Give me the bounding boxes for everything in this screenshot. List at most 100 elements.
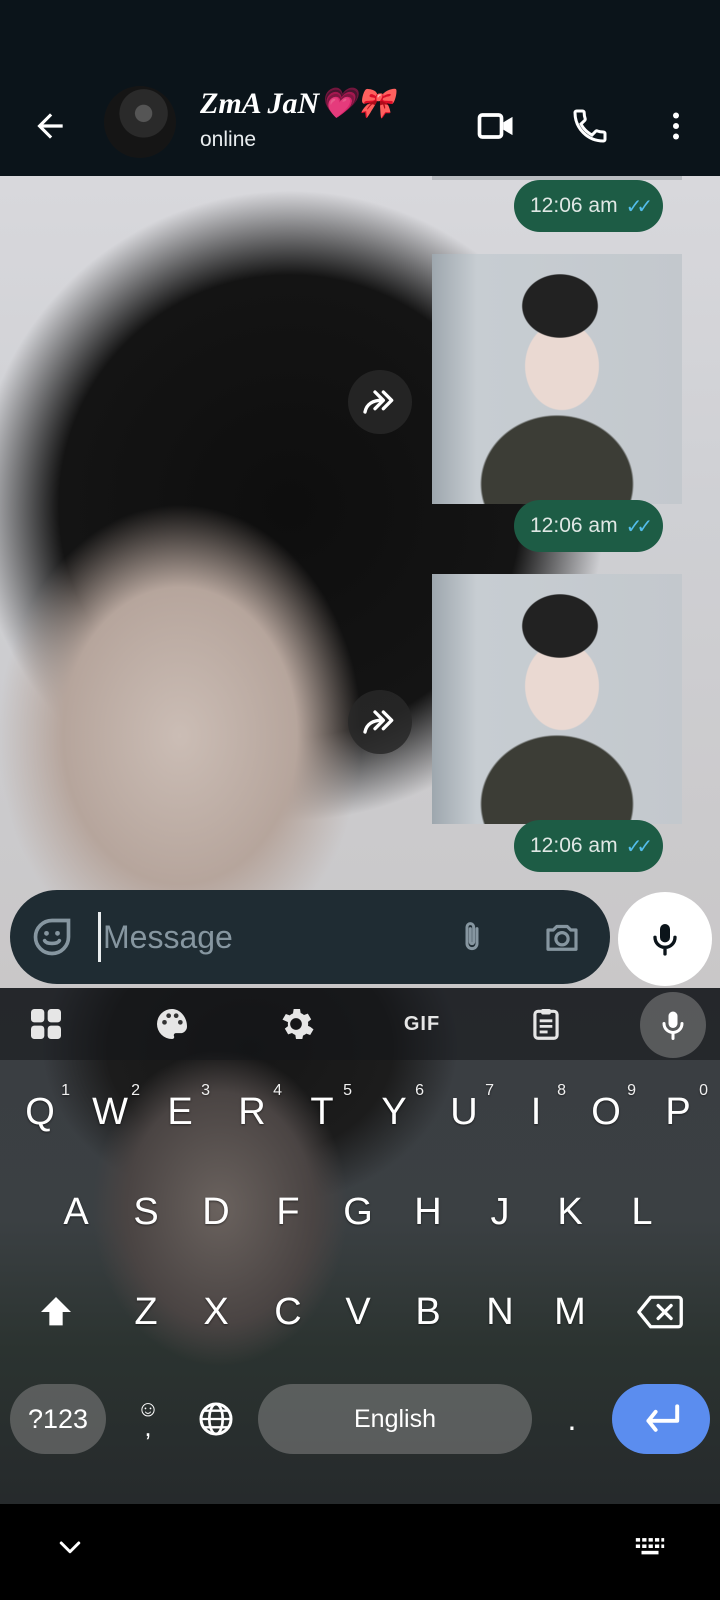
sticker-emoji-icon (33, 918, 71, 956)
key-f[interactable]: F (254, 1172, 322, 1252)
comma-label: , (144, 1412, 152, 1443)
key-b[interactable]: B (394, 1272, 462, 1352)
message-input[interactable] (98, 912, 428, 962)
contact-name[interactable]: ZmA JaN💗🎀 (200, 86, 394, 121)
voice-message-button[interactable] (618, 892, 712, 986)
emoji-comma-key[interactable]: ☺ , (120, 1384, 176, 1454)
enter-key[interactable] (612, 1384, 710, 1454)
video-camera-icon (477, 113, 513, 139)
key-number-hint: 1 (61, 1082, 70, 1099)
globe-icon (199, 1402, 233, 1436)
key-i[interactable]: I8 (502, 1072, 570, 1152)
key-number-hint: 5 (343, 1082, 352, 1099)
backspace-icon (637, 1295, 683, 1329)
keyboard-icon (635, 1538, 665, 1555)
status-bar (0, 0, 720, 80)
navigation-bar (0, 1504, 720, 1600)
keyboard-toolbar: GIF (0, 988, 720, 1060)
key-label: I (530, 1090, 542, 1133)
contact-avatar[interactable] (104, 86, 176, 158)
key-r[interactable]: R4 (218, 1072, 286, 1152)
key-v[interactable]: V (324, 1272, 392, 1352)
attach-button[interactable] (448, 913, 496, 961)
gif-button[interactable]: GIF (394, 996, 450, 1052)
camera-icon (546, 924, 578, 951)
message-timestamp: 12:06 am ✓✓ (514, 500, 664, 552)
back-button[interactable] (22, 98, 78, 154)
theme-button[interactable] (144, 996, 200, 1052)
key-h[interactable]: H (394, 1172, 462, 1252)
key-label: E (167, 1090, 193, 1133)
chat-header: ZmA JaN💗🎀 online (0, 80, 720, 176)
key-l[interactable]: L (608, 1172, 676, 1252)
key-number-hint: 8 (557, 1082, 566, 1099)
key-number-hint: 9 (627, 1082, 636, 1099)
key-o[interactable]: O9 (572, 1072, 640, 1152)
key-g[interactable]: G (324, 1172, 392, 1252)
forward-button[interactable] (348, 370, 412, 434)
period-key[interactable]: . (544, 1384, 600, 1454)
backspace-key[interactable] (626, 1272, 694, 1352)
key-label: O (591, 1090, 621, 1133)
key-number-hint: 7 (485, 1082, 494, 1099)
apps-button[interactable] (18, 996, 74, 1052)
shift-icon (41, 1297, 71, 1326)
key-number-hint: 4 (273, 1082, 282, 1099)
image-message[interactable] (432, 574, 682, 824)
key-s[interactable]: S (112, 1172, 180, 1252)
phone-icon (573, 109, 607, 143)
timestamp-text: 12:06 am (530, 514, 618, 537)
gear-icon (282, 1009, 314, 1039)
voice-typing-button[interactable] (640, 992, 706, 1058)
hide-keyboard-button[interactable] (46, 1524, 94, 1572)
message-composer (10, 890, 610, 984)
key-label: Q (25, 1090, 55, 1133)
key-d[interactable]: D (182, 1172, 250, 1252)
key-q[interactable]: Q1 (6, 1072, 74, 1152)
key-z[interactable]: Z (112, 1272, 180, 1352)
key-number-hint: 3 (201, 1082, 210, 1099)
timestamp-text: 12:06 am (530, 194, 618, 217)
language-key[interactable] (188, 1384, 244, 1454)
key-a[interactable]: A (42, 1172, 110, 1252)
key-e[interactable]: E3 (146, 1072, 214, 1152)
key-p[interactable]: P0 (644, 1072, 712, 1152)
chevron-down-icon (59, 1541, 81, 1554)
image-message[interactable] (432, 254, 682, 504)
read-ticks-icon: ✓✓ (625, 835, 653, 858)
key-j[interactable]: J (466, 1172, 534, 1252)
camera-button[interactable] (538, 913, 586, 961)
key-label: R (238, 1090, 266, 1133)
keyboard: GIF Q1 W2 E3 R4 T5 Y6 U7 I8 O9 P0 A S D … (0, 988, 720, 1504)
key-c[interactable]: C (254, 1272, 322, 1352)
key-u[interactable]: U7 (430, 1072, 498, 1152)
key-k[interactable]: K (536, 1172, 604, 1252)
more-options-button[interactable] (648, 98, 704, 154)
microphone-icon (662, 1011, 684, 1040)
message-timestamp: 12:06 am ✓✓ (514, 180, 664, 232)
shift-key[interactable] (22, 1272, 90, 1352)
key-n[interactable]: N (466, 1272, 534, 1352)
key-m[interactable]: M (536, 1272, 604, 1352)
clipboard-button[interactable] (518, 996, 574, 1052)
key-label: T (310, 1090, 334, 1133)
voice-call-button[interactable] (562, 98, 618, 154)
symbols-key[interactable]: ?123 (10, 1384, 106, 1454)
read-ticks-icon: ✓✓ (625, 195, 653, 218)
key-t[interactable]: T5 (288, 1072, 356, 1152)
settings-button[interactable] (268, 996, 324, 1052)
forward-button[interactable] (348, 690, 412, 754)
grid-icon (31, 1009, 61, 1039)
more-vertical-icon (673, 112, 679, 140)
key-y[interactable]: Y6 (360, 1072, 428, 1152)
paperclip-icon (465, 922, 479, 951)
space-key[interactable]: English (258, 1384, 532, 1454)
key-w[interactable]: W2 (76, 1072, 144, 1152)
chat-area[interactable]: 12:06 am ✓✓ 12:06 am ✓✓ 12:06 am ✓✓ (0, 176, 720, 988)
emoji-button[interactable] (28, 913, 76, 961)
video-call-button[interactable] (468, 98, 524, 154)
key-label: W (92, 1090, 128, 1133)
keyboard-switcher-button[interactable] (626, 1524, 674, 1572)
key-x[interactable]: X (182, 1272, 250, 1352)
arrow-left-icon (37, 113, 63, 139)
